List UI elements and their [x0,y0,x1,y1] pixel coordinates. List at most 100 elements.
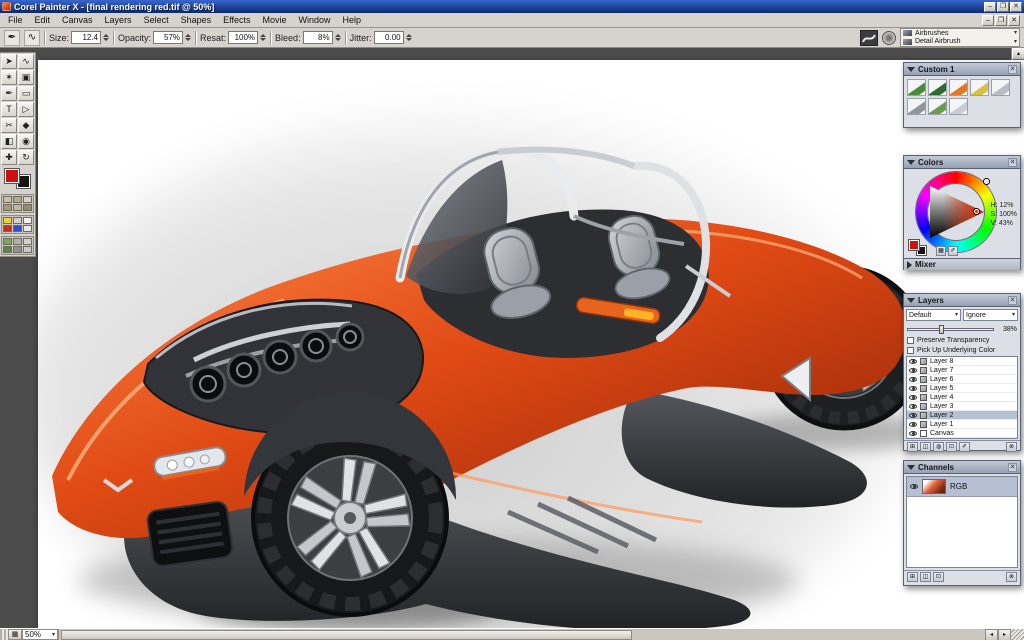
tool-magnifier[interactable]: ◉ [18,134,34,149]
size-stepper[interactable] [103,34,109,41]
tool-shape-selection[interactable]: ▷ [18,102,34,117]
resize-grip[interactable] [1011,629,1024,640]
titlebar[interactable]: Corel Painter X - [final rendering red.t… [0,0,1024,13]
tool-text[interactable]: T [1,102,17,117]
custom-palette-header[interactable]: Custom 1 ✕ [904,63,1020,76]
menu-edit[interactable]: Edit [29,14,57,26]
tool-rotate-page[interactable]: ↻ [18,150,34,165]
tool-magic-wand[interactable]: ✶ [1,70,17,85]
collapse-icon[interactable] [907,465,915,470]
pattern-swatch[interactable] [23,246,32,253]
tool-crop[interactable]: ▣ [18,70,34,85]
opacity-slider-thumb[interactable] [939,325,944,334]
maximize-button[interactable]: ❐ [997,2,1009,12]
brush-category-row[interactable]: Airbrushes ▾ [901,29,1019,38]
collapse-icon[interactable] [907,160,915,165]
brush-preset-3[interactable] [949,79,968,96]
scroll-right-icon[interactable]: ▸ [998,629,1011,640]
delete-layer-icon[interactable]: ⊗ [1006,442,1017,452]
menu-layers[interactable]: Layers [99,14,138,26]
close-button[interactable]: ✕ [1010,2,1022,12]
menu-select[interactable]: Select [138,14,175,26]
menu-window[interactable]: Window [292,14,336,26]
visibility-eye-icon[interactable] [909,422,917,427]
paper-swatch[interactable] [3,204,12,211]
layer-row[interactable]: Layer 5 [907,384,1017,393]
new-layer-icon[interactable]: ⊞ [907,442,918,452]
menu-movie[interactable]: Movie [256,14,292,26]
size-input[interactable]: 12.4 [71,31,101,44]
brush-preset-7[interactable] [928,98,947,115]
brush-preset-6[interactable] [907,98,926,115]
delete-channel-icon[interactable]: ⊗ [1006,572,1017,582]
layer-row[interactable]: Layer 6 [907,375,1017,384]
canvas-document[interactable] [38,60,1024,628]
channels-palette-header[interactable]: Channels ✕ [904,461,1020,474]
pattern-swatch[interactable] [13,238,22,245]
jitter-input[interactable]: 0.00 [374,31,404,44]
brush-variant-row[interactable]: Detail Airbrush ▾ [901,38,1019,47]
scroll-left-icon[interactable]: ◂ [985,629,998,640]
layer-row[interactable]: Layer 4 [907,393,1017,402]
visibility-eye-icon[interactable] [909,431,917,436]
close-icon[interactable]: ✕ [1008,463,1017,472]
visibility-eye-icon[interactable] [909,368,917,373]
brush-preset-8[interactable] [949,98,968,115]
tool-grabber[interactable]: ✚ [1,150,17,165]
menu-effects[interactable]: Effects [217,14,256,26]
close-icon[interactable]: ✕ [1008,296,1017,305]
collapse-icon[interactable] [907,298,915,303]
close-icon[interactable]: ✕ [1008,65,1017,74]
opacity-stepper[interactable] [185,34,191,41]
main-color-swatch[interactable] [909,240,919,250]
gradient-swatch[interactable] [23,217,32,224]
bleed-input[interactable]: 8% [303,31,333,44]
layer-row[interactable]: Layer 3 [907,402,1017,411]
hue-marker[interactable] [984,179,989,184]
visibility-eye-icon[interactable] [909,413,917,418]
composite-depth-dropdown[interactable]: Ignore ▾ [963,309,1018,321]
brush-selector[interactable]: Airbrushes ▾ Detail Airbrush ▾ [900,28,1020,47]
paper-swatch[interactable] [23,204,32,211]
opacity-input[interactable]: 57% [153,31,183,44]
channel-row-rgb[interactable]: RGB [907,477,1017,497]
stroke-preview-icon[interactable] [860,30,878,46]
layer-row[interactable]: Canvas [907,429,1017,438]
pattern-selector[interactable] [1,236,34,255]
channel-mask-icon[interactable]: ◫ [920,572,931,582]
brush-preset-2[interactable] [928,79,947,96]
colors-palette-header[interactable]: Colors ✕ [904,156,1020,169]
brush-preset-1[interactable] [907,79,926,96]
pattern-swatch[interactable] [13,246,22,253]
visibility-eye-icon[interactable] [909,395,917,400]
menu-shapes[interactable]: Shapes [175,14,218,26]
resat-stepper[interactable] [260,34,266,41]
doc-close-button[interactable]: ✕ [1008,15,1020,26]
pickup-underlying-checkbox[interactable] [907,347,914,354]
page-view-icon[interactable]: ▦ [8,629,22,640]
horizontal-scroll-thumb[interactable] [61,630,632,640]
layer-row[interactable]: Layer 8 [907,357,1017,366]
layer-commands-icon[interactable]: ⊡ [946,442,957,452]
pattern-swatch[interactable] [23,238,32,245]
zoom-level[interactable]: 50% ▾ [22,629,58,640]
scroll-up-icon[interactable]: ▴ [1012,48,1024,60]
pattern-swatch[interactable] [3,238,12,245]
mixer-bar[interactable]: Mixer [904,258,1020,270]
tool-adjuster[interactable]: ➤ [1,54,17,69]
gradient-swatch[interactable] [3,217,12,224]
paper-swatch[interactable] [3,196,12,203]
tool-dropper[interactable]: ◆ [18,118,34,133]
gradient-swatch[interactable] [13,217,22,224]
brush-tool-icon[interactable]: ✒ [4,30,20,46]
visibility-eye-icon[interactable] [909,404,917,409]
paper-selector[interactable] [1,194,34,213]
menu-help[interactable]: Help [337,14,368,26]
doc-restore-button[interactable]: ❐ [995,15,1007,26]
tool-rectangle-shape[interactable]: ▭ [18,86,34,101]
dynamic-plugins-icon[interactable]: ◍ [933,442,944,452]
sv-marker[interactable] [974,209,979,214]
paper-swatch[interactable] [13,204,22,211]
brush-preset-4[interactable] [970,79,989,96]
gradient-selector[interactable] [1,215,34,234]
